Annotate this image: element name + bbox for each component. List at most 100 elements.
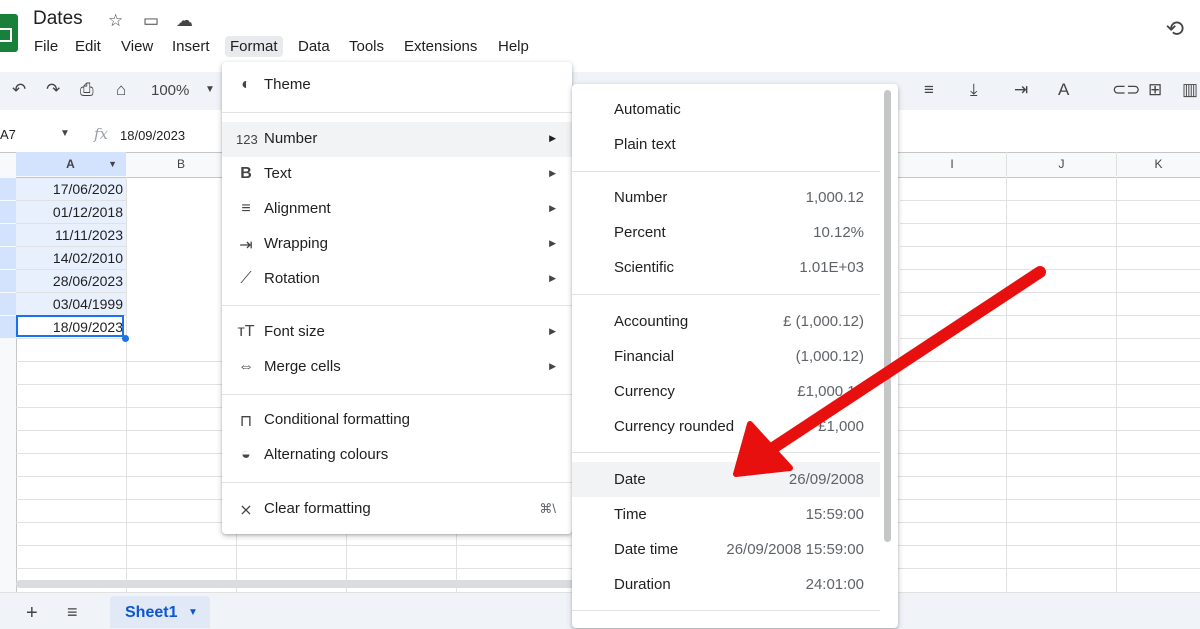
table-cell[interactable]: 28/06/2023 <box>16 270 126 293</box>
wrap-icon: ⇥ <box>239 237 253 254</box>
row-header[interactable] <box>0 247 16 269</box>
sheet-tab-label[interactable]: Sheet1 <box>125 604 177 622</box>
link-icon[interactable]: ⊂⊃ <box>1112 80 1141 100</box>
rotation-icon: ⟋ <box>240 270 252 287</box>
undo-icon[interactable]: ↶ <box>12 80 26 100</box>
bold-icon: B <box>240 165 252 182</box>
format-menu-item-merge-cells[interactable]: ⇔ Merge cells ▶ <box>222 350 572 385</box>
number-menu-item-financial[interactable]: Financial (1,000.12) <box>572 339 880 374</box>
menu-item-label: Wrapping <box>264 235 328 252</box>
horizontal-align-icon[interactable]: ≡ <box>924 80 934 100</box>
text-rotation-icon[interactable]: A <box>1058 80 1069 100</box>
zoom-select[interactable]: 100% <box>151 82 189 99</box>
menu-item-label: Currency rounded <box>614 418 735 435</box>
submenu-arrow-icon: ▶ <box>549 133 556 143</box>
cloud-status-icon[interactable]: ☁ <box>176 11 193 31</box>
row-header[interactable] <box>0 293 16 315</box>
number-menu-item-number[interactable]: Number 1,000.12 <box>572 180 880 215</box>
menu-help[interactable]: Help <box>493 36 534 57</box>
submenu-arrow-icon: ▶ <box>549 168 556 178</box>
column-header-i[interactable]: I <box>898 152 1007 176</box>
number-menu-item-currency-rounded[interactable]: Currency rounded £1,000 <box>572 409 880 444</box>
chevron-down-icon[interactable]: ▼ <box>188 607 198 618</box>
menu-format[interactable]: Format <box>225 36 283 57</box>
table-cell[interactable]: 11/11/2023 <box>16 224 126 247</box>
document-title[interactable]: Dates <box>33 8 83 30</box>
chevron-down-icon[interactable]: ▼ <box>205 84 215 95</box>
submenu-scrollbar[interactable] <box>884 90 891 542</box>
menu-item-label: Number <box>264 130 318 147</box>
formula-input[interactable]: 18/09/2023 <box>120 128 185 143</box>
format-menu-item-number[interactable]: 123 Number ▶ <box>222 122 572 157</box>
column-header-j[interactable]: J <box>1007 152 1117 176</box>
menu-tools[interactable]: Tools <box>344 36 389 57</box>
format-menu-item-clear-formatting[interactable]: ⨯ Clear formatting ⌘\ <box>222 492 572 527</box>
menu-insert[interactable]: Insert <box>167 36 215 57</box>
redo-icon[interactable]: ↷ <box>46 80 60 100</box>
number-menu-item-currency[interactable]: Currency £1,000.12 <box>572 374 880 409</box>
submenu-arrow-icon: ▶ <box>549 273 556 283</box>
format-menu-item-wrapping[interactable]: ⇥ Wrapping ▶ <box>222 227 572 262</box>
menu-item-label: Accounting <box>614 313 689 330</box>
table-cell[interactable]: 17/06/2020 <box>16 178 126 201</box>
format-menu-item-text[interactable]: B Text ▶ <box>222 157 572 192</box>
number-menu-item-percent[interactable]: Percent 10.12% <box>572 215 880 250</box>
vertical-align-icon[interactable]: ⤓ <box>970 80 978 100</box>
menu-item-label: Theme <box>264 76 311 93</box>
table-cell[interactable]: 03/04/1999 <box>16 293 126 316</box>
column-header-a[interactable]: A ▼ <box>16 152 126 176</box>
move-folder-icon[interactable]: ▭ <box>143 11 159 31</box>
print-icon[interactable]: ⎙ <box>80 80 94 100</box>
number-menu-item-duration[interactable]: Duration 24:01:00 <box>572 567 880 602</box>
comment-icon[interactable]: ⊞ <box>1148 80 1162 100</box>
version-history-icon[interactable]: ⟲ <box>1166 16 1184 42</box>
number-menu-item-time[interactable]: Time 15:59:00 <box>572 497 880 532</box>
format-menu-item-alignment[interactable]: ≡ Alignment ▶ <box>222 192 572 227</box>
sheets-logo-icon[interactable] <box>0 14 18 52</box>
format-menu-item-font-size[interactable]: ᴛT Font size ▶ <box>222 315 572 350</box>
number-menu-item-date[interactable]: Date 26/09/2008 <box>572 462 880 497</box>
menu-file[interactable]: File <box>29 36 63 57</box>
number-menu-item-plain-text[interactable]: Plain text <box>572 127 880 162</box>
number-menu-item-scientific[interactable]: Scientific 1.01E+03 <box>572 250 880 285</box>
format-menu-item-rotation[interactable]: ⟋ Rotation ▶ <box>222 262 572 297</box>
row-header[interactable] <box>0 224 16 246</box>
submenu-arrow-icon: ▶ <box>549 361 556 371</box>
palette-icon: ◐ <box>241 76 251 93</box>
format-sample: £1,000 <box>818 418 864 435</box>
row-header[interactable] <box>0 178 16 200</box>
menu-item-label: Rotation <box>264 270 320 287</box>
format-menu-item-alternating-colours[interactable]: ◒ Alternating colours <box>222 438 572 473</box>
number-menu-item-accounting[interactable]: Accounting £ (1,000.12) <box>572 304 880 339</box>
menu-data[interactable]: Data <box>293 36 335 57</box>
column-header-k[interactable]: K <box>1117 152 1200 176</box>
fill-handle[interactable] <box>122 335 129 342</box>
gridline <box>900 246 1200 247</box>
paint-roller-icon: ⊓ <box>239 413 253 430</box>
add-sheet-icon[interactable]: + <box>26 602 38 625</box>
chevron-down-icon[interactable]: ▼ <box>60 128 70 139</box>
menu-extensions[interactable]: Extensions <box>399 36 482 57</box>
menu-view[interactable]: View <box>116 36 158 57</box>
chart-icon[interactable]: ▥ <box>1182 80 1198 100</box>
row-header[interactable] <box>0 316 16 338</box>
table-cell[interactable]: 14/02/2010 <box>16 247 126 270</box>
column-header-b[interactable]: B <box>126 152 237 176</box>
format-menu-item-conditional-formatting[interactable]: ⊓ Conditional formatting <box>222 403 572 438</box>
chevron-down-icon[interactable]: ▼ <box>108 152 117 176</box>
format-sample: 1,000.12 <box>805 189 864 206</box>
divider <box>572 171 880 172</box>
row-header[interactable] <box>0 270 16 292</box>
table-cell[interactable]: 01/12/2018 <box>16 201 126 224</box>
all-sheets-icon[interactable]: ≡ <box>67 602 78 623</box>
horizontal-scrollbar[interactable] <box>16 580 576 588</box>
menu-edit[interactable]: Edit <box>70 36 106 57</box>
paint-format-icon[interactable]: ⌂ <box>116 80 126 100</box>
format-menu-item-theme[interactable]: ◐ Theme <box>222 68 572 103</box>
star-icon[interactable]: ☆ <box>108 11 123 31</box>
name-box[interactable]: A7 <box>0 127 16 142</box>
row-header[interactable] <box>0 201 16 223</box>
number-menu-item-date-time[interactable]: Date time 26/09/2008 15:59:00 <box>572 532 880 567</box>
number-menu-item-automatic[interactable]: Automatic <box>572 92 880 127</box>
text-wrap-icon[interactable]: ⇥ <box>1014 80 1028 100</box>
